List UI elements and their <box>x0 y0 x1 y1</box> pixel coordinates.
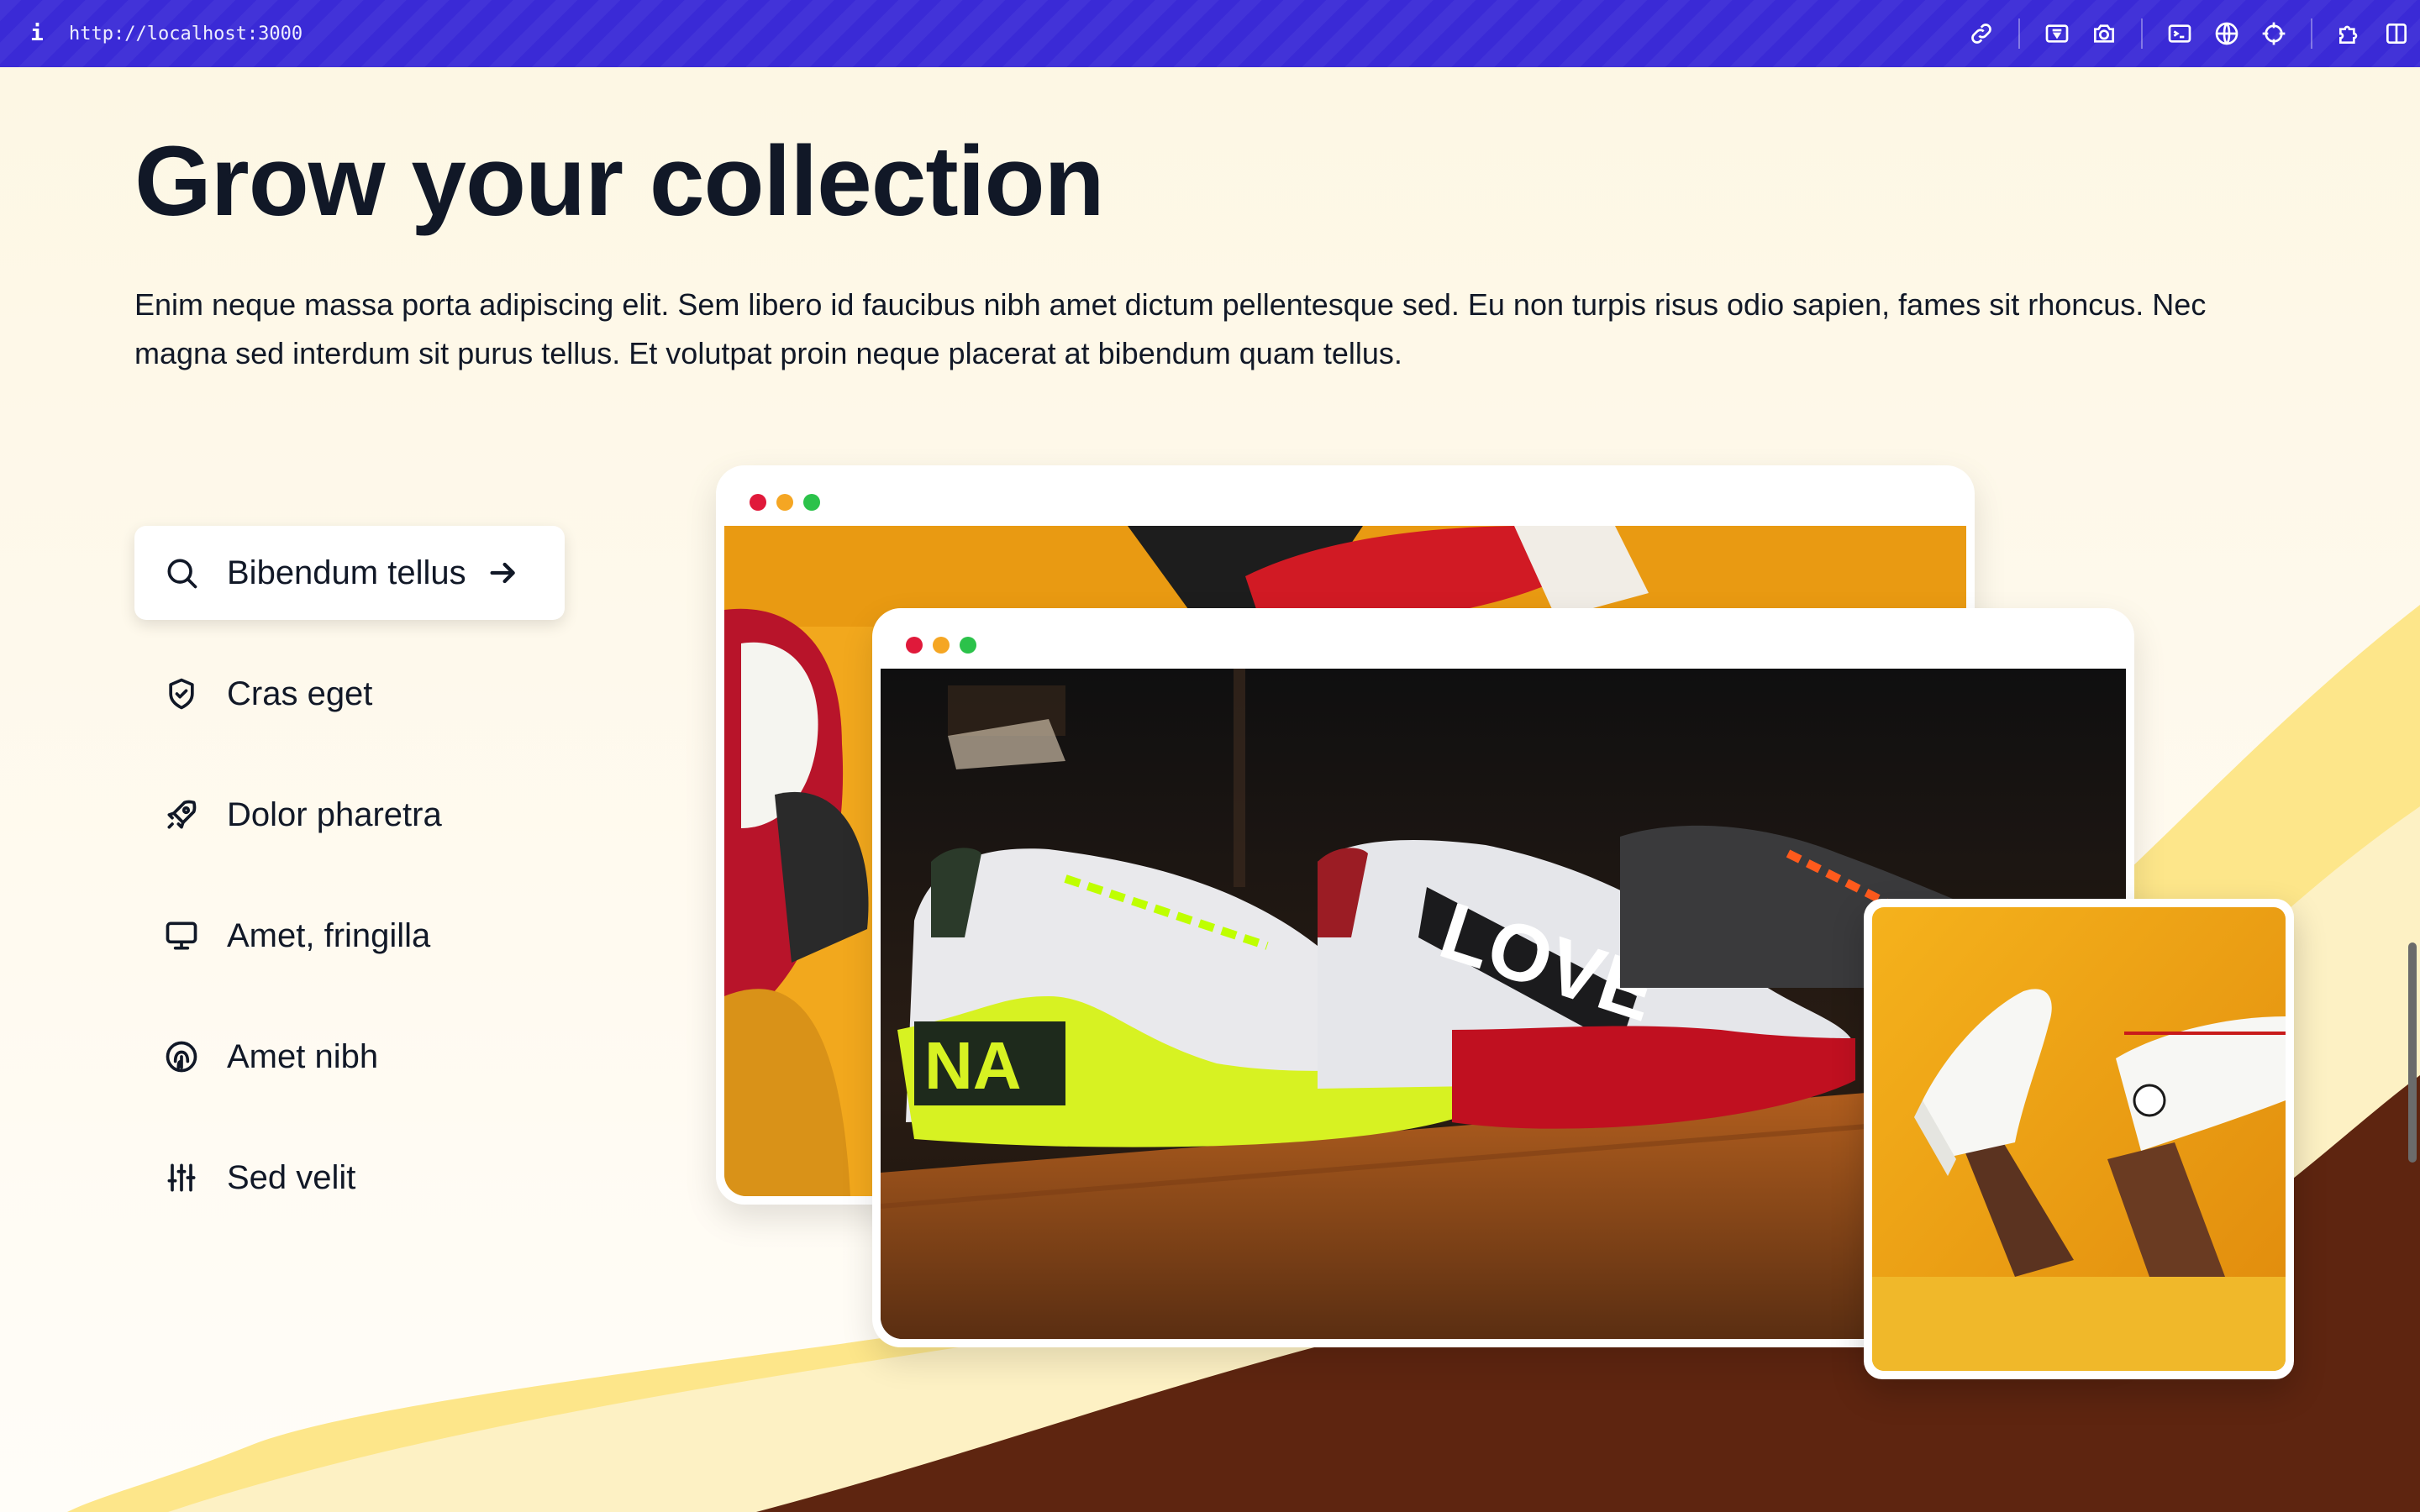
close-dot <box>906 637 923 654</box>
link-icon[interactable] <box>1958 10 2005 57</box>
browser-toolbar: i http://localhost:3000 <box>0 0 2420 67</box>
feature-label: Cras eget <box>227 675 373 712</box>
close-dot <box>750 494 766 511</box>
lead-paragraph: Enim neque massa porta adipiscing elit. … <box>134 287 2207 370</box>
rocket-icon <box>163 796 200 833</box>
toolbar-divider <box>2141 18 2143 49</box>
feature-label: Sed velit <box>227 1158 356 1196</box>
svg-text:NA: NA <box>924 1028 1022 1103</box>
feature-item-bibendum-tellus[interactable]: Bibendum tellus <box>134 526 565 620</box>
terminal-icon[interactable] <box>2156 10 2203 57</box>
page-content: Grow your collection Enim neque massa po… <box>0 67 2420 1512</box>
sliders-icon <box>163 1159 200 1196</box>
feature-label: Dolor pharetra <box>227 795 442 833</box>
maximize-dot <box>803 494 820 511</box>
crosshair-icon[interactable] <box>2250 10 2297 57</box>
feature-label: Amet nibh <box>227 1037 379 1075</box>
feature-item-amet-nibh[interactable]: Amet nibh <box>134 1010 571 1104</box>
monitor-icon <box>163 917 200 954</box>
minimize-dot <box>776 494 793 511</box>
feature-item-sed-velit[interactable]: Sed velit <box>134 1131 571 1225</box>
feature-list: Bibendum tellus Cras eget Dolor pharetra… <box>134 526 571 1252</box>
scrollbar-thumb[interactable] <box>2408 942 2417 1163</box>
toolbar-divider <box>2311 18 2312 49</box>
inspect-icon[interactable] <box>2033 10 2081 57</box>
feature-label: Amet, fringilla <box>227 916 431 954</box>
high-top-sneakers-image <box>1872 907 2286 1371</box>
sneakers-photo-card <box>1864 899 2294 1379</box>
page-title: Grow your collection <box>134 126 1105 237</box>
url-display[interactable]: http://localhost:3000 <box>69 24 302 45</box>
feature-item-cras-eget[interactable]: Cras eget <box>134 647 571 741</box>
window-controls <box>750 494 820 511</box>
sidebar-icon[interactable] <box>2373 10 2420 57</box>
feature-item-dolor-pharetra[interactable]: Dolor pharetra <box>134 768 571 862</box>
page-scrollbar[interactable] <box>2402 67 2420 1512</box>
info-icon[interactable]: i <box>20 21 54 46</box>
shield-check-icon <box>163 675 200 712</box>
globe-icon[interactable] <box>2203 10 2250 57</box>
window-controls <box>906 637 976 654</box>
fingerprint-icon <box>163 1038 200 1075</box>
toolbar-divider <box>2018 18 2020 49</box>
feature-label: Bibendum tellus <box>227 554 466 591</box>
maximize-dot <box>960 637 976 654</box>
minimize-dot <box>933 637 950 654</box>
camera-icon[interactable] <box>2081 10 2128 57</box>
feature-item-amet-fringilla[interactable]: Amet, fringilla <box>134 889 571 983</box>
arrow-right-icon <box>487 556 520 590</box>
search-icon <box>163 554 200 591</box>
extension-icon[interactable] <box>2326 10 2373 57</box>
